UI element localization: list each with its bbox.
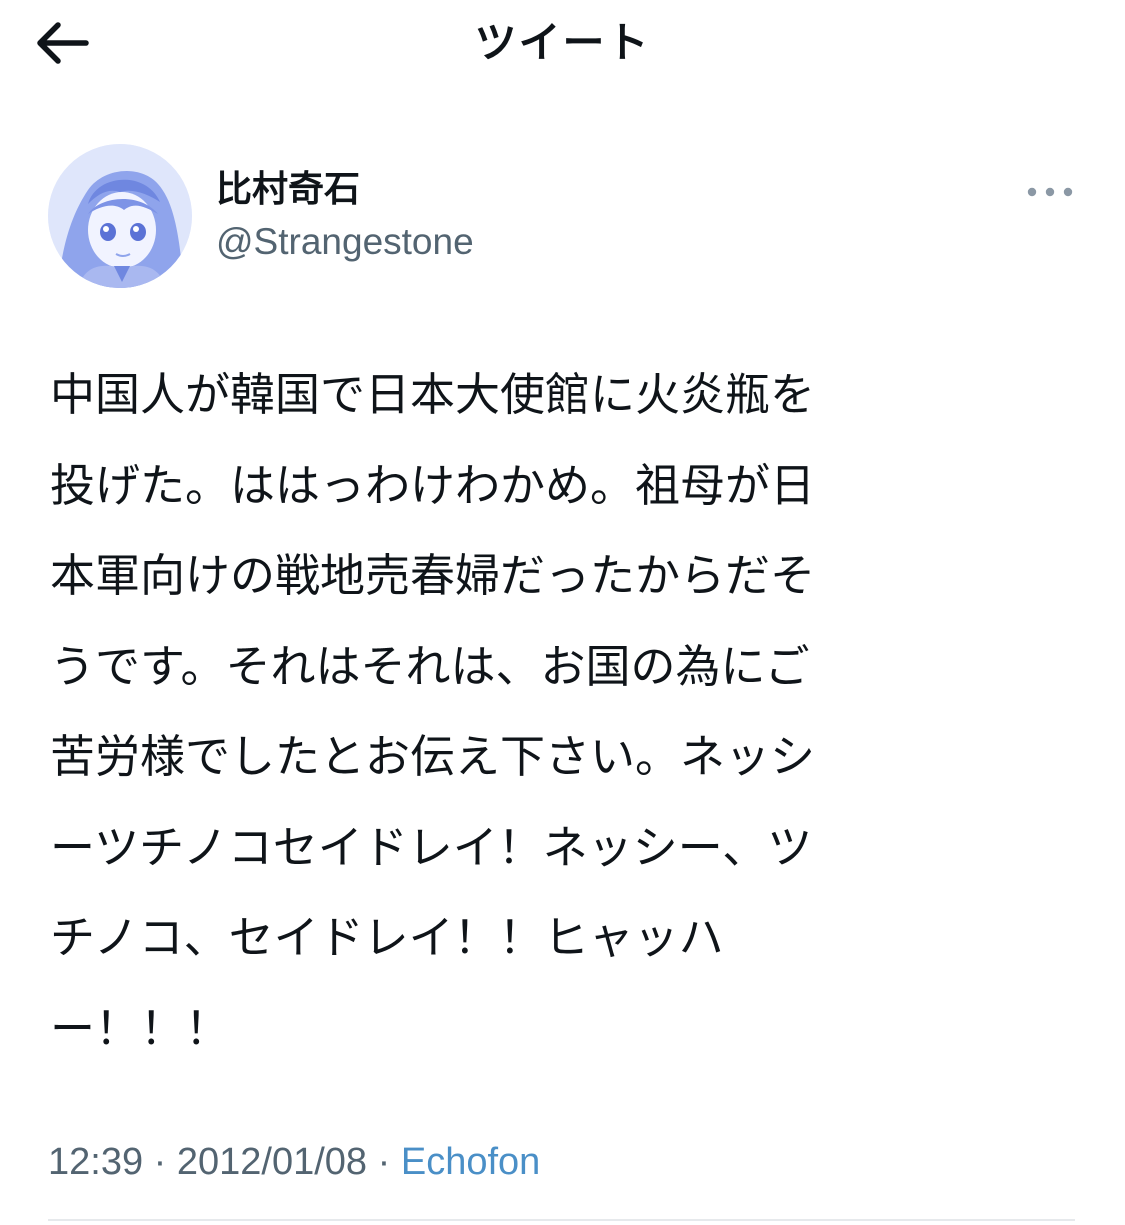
top-bar: ツイート — [0, 0, 1125, 90]
tweet-text-line: ー！！！ — [50, 1001, 231, 1055]
tweet-source-link[interactable]: Echofon — [401, 1141, 540, 1183]
tweet-date[interactable]: 2012/01/08 — [177, 1141, 367, 1183]
tweet-text-line: 投げた。ははっわけわかめ。祖母が日 — [50, 458, 816, 512]
page-title: ツイート — [474, 18, 651, 67]
avatar[interactable] — [48, 144, 192, 288]
tweet-text-line: 中国人が韓国で日本大使館に火炎瓶を — [50, 368, 816, 421]
tweet-text: 中国人が韓国で日本大使館に火炎瓶を 投げた。ははっわけわかめ。祖母が日 本軍向け… — [50, 350, 1050, 1074]
more-button[interactable] — [1024, 178, 1076, 206]
divider — [48, 1219, 1075, 1221]
tweet-text-line: うです。それはそれは、お国の為にご — [50, 639, 810, 693]
tweet-metadata: 12:39 · 2012/01/08 · Echofon — [48, 1136, 540, 1188]
tweet-text-line: チノコ、セイドレイ！！ヒャッハ — [50, 911, 724, 964]
meta-separator: · — [367, 1141, 401, 1183]
user-handle[interactable]: @Strangestone — [216, 218, 474, 266]
more-horizontal-icon — [1024, 178, 1076, 206]
tweet-text-line: ーツチノコセイドレイ！ネッシー、ツ — [50, 820, 813, 874]
anime-girl-avatar-icon — [48, 144, 192, 288]
tweet-text-line: 本軍向けの戦地売春婦だったからだそ — [50, 549, 816, 602]
meta-separator: · — [143, 1141, 177, 1183]
display-name[interactable]: 比村奇石 — [216, 166, 360, 214]
tweet-text-line: 苦労様でしたとお伝え下さい。ネッシ — [50, 730, 816, 783]
tweet-time[interactable]: 12:39 — [48, 1141, 143, 1183]
